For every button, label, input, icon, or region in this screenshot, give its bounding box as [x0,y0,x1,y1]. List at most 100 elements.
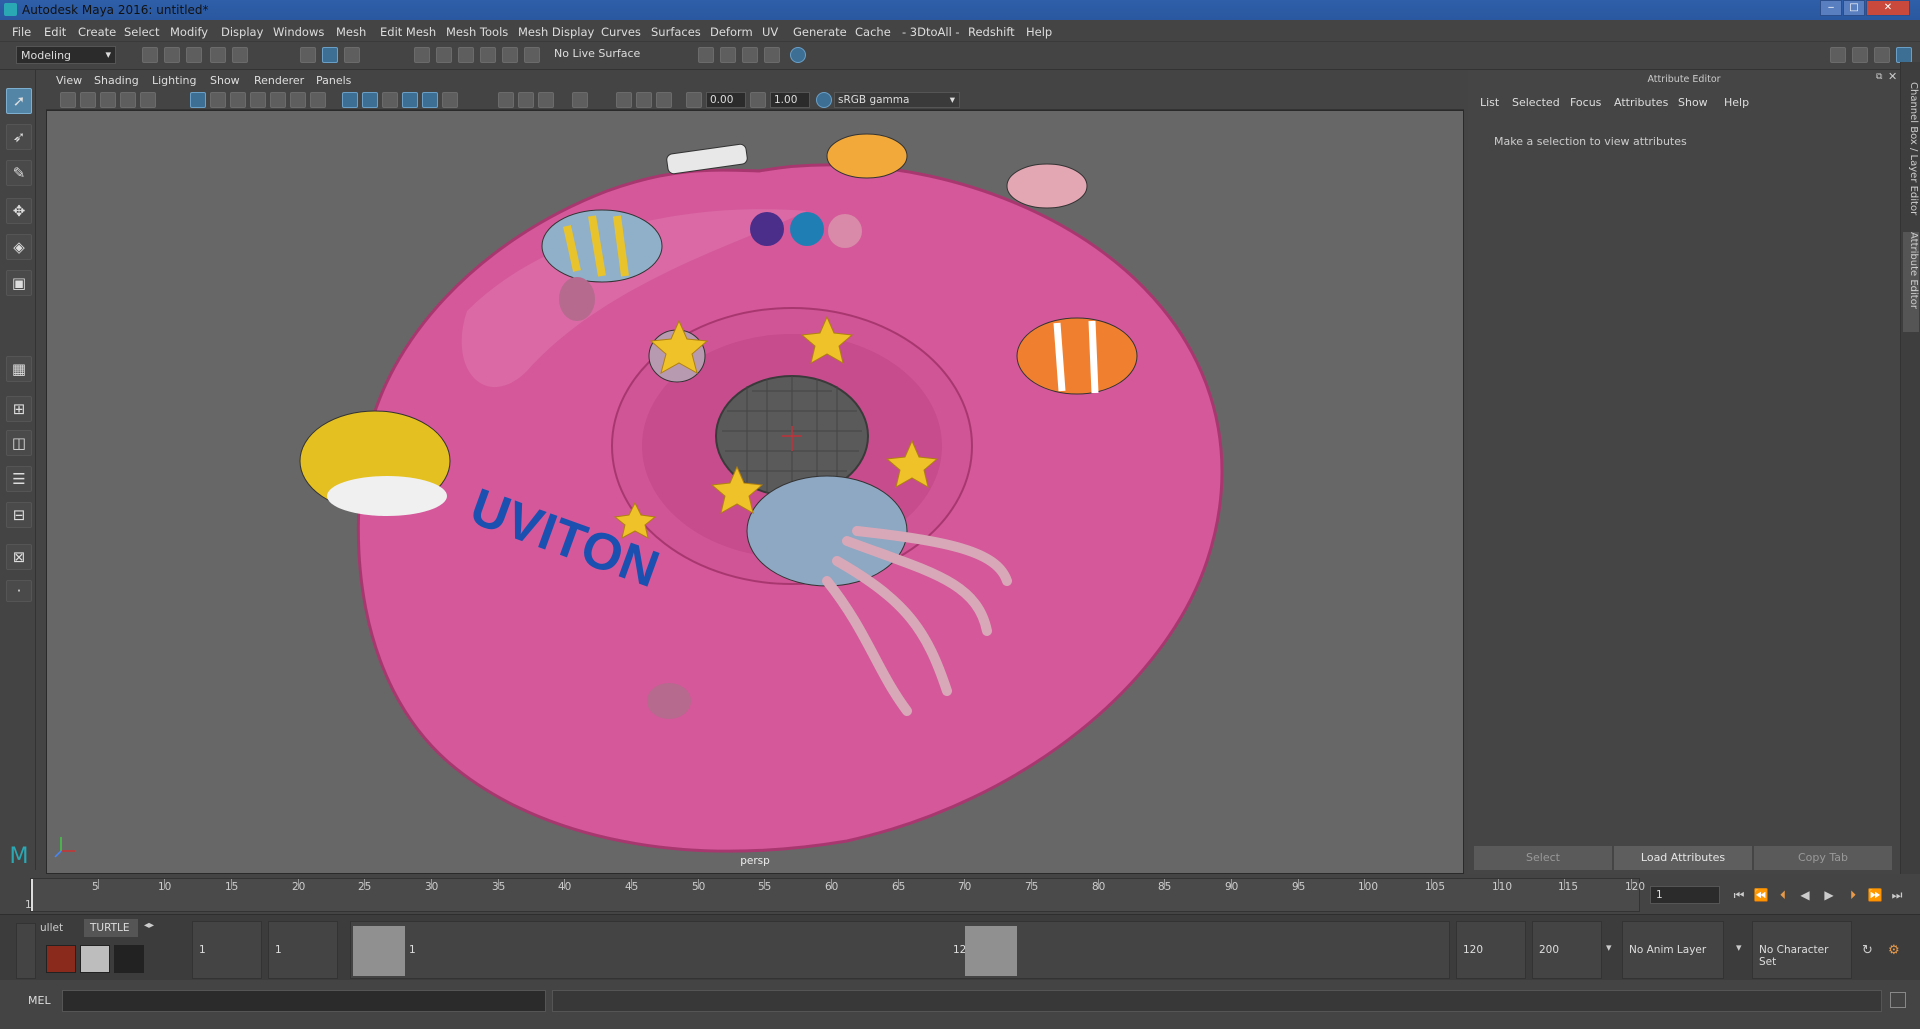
start-time-field[interactable]: 1 [192,921,262,979]
tool-settings-icon[interactable] [1874,47,1890,63]
paint-select-icon[interactable]: ✎ [6,160,32,186]
camera-icon[interactable] [60,92,76,108]
ambient-occlusion-icon[interactable] [498,92,514,108]
render-settings-icon[interactable] [698,47,714,63]
script-editor-icon[interactable] [1890,992,1906,1008]
camera-attributes-icon[interactable] [80,92,96,108]
menu-uv[interactable]: UV [762,25,778,39]
menu-mesh-tools[interactable]: Mesh Tools [446,25,508,39]
outliner-toggle-icon[interactable] [1852,47,1868,63]
new-scene-icon[interactable] [142,47,158,63]
minimize-button[interactable]: ‒ [1820,0,1842,16]
menu-edit-mesh[interactable]: Edit Mesh [380,25,436,39]
persp-uv-layout-icon[interactable]: ⊠ [6,544,32,570]
menu-curves[interactable]: Curves [601,25,641,39]
menu-select[interactable]: Select [124,25,159,39]
grid-icon[interactable] [190,92,206,108]
go-to-end-icon[interactable]: ⏭ [1888,886,1906,904]
step-forward-frame-icon[interactable]: ⏵ [1844,886,1862,904]
attr-menu-list[interactable]: List [1480,96,1499,109]
motion-blur-icon[interactable] [518,92,534,108]
gamma-field[interactable]: 1.00 [770,92,810,108]
xray-active-components-icon[interactable] [656,92,672,108]
attr-menu-focus[interactable]: Focus [1570,96,1601,109]
shelf-scroll-icon[interactable]: ◂▸ [144,920,154,931]
menu-redshift[interactable]: Redshift [968,25,1015,39]
attr-menu-attributes[interactable]: Attributes [1614,96,1668,109]
anim-start-field[interactable]: 1 [268,921,338,979]
safe-action-icon[interactable] [290,92,306,108]
scale-tool-icon[interactable]: ▣ [6,270,32,296]
field-chart-icon[interactable] [270,92,286,108]
close-panel-icon[interactable]: ✕ [1888,70,1898,83]
anim-prefs-icon[interactable]: ⚙ [1888,943,1904,959]
anim-end-field[interactable]: 120 [1456,921,1526,979]
menu-mesh[interactable]: Mesh [336,25,366,39]
image-plane-icon[interactable] [120,92,136,108]
range-slider[interactable]: 1 120 [350,921,1450,979]
menu-cache[interactable]: Cache [855,25,891,39]
isolate-select-icon[interactable] [572,92,588,108]
safe-title-icon[interactable] [310,92,326,108]
panel-menu-lighting[interactable]: Lighting [152,74,196,87]
current-time-marker[interactable] [31,879,33,911]
two-d-pan-icon[interactable] [140,92,156,108]
live-surface-label[interactable]: No Live Surface [554,47,640,60]
shelf-tab-bullet[interactable]: ullet [38,919,74,937]
shadows-icon[interactable] [442,92,458,108]
mode-selector[interactable]: Modeling ▾ [16,46,116,64]
persp-outliner-layout-icon[interactable]: ⊟ [6,502,32,528]
range-handle-end[interactable] [965,926,1017,976]
redo-icon[interactable] [232,47,248,63]
menu-modify[interactable]: Modify [170,25,208,39]
step-back-frame-icon[interactable]: ⏴ [1774,886,1792,904]
current-frame-field[interactable]: 1 [1650,886,1720,904]
attr-menu-help[interactable]: Help [1724,96,1749,109]
panel-menu-renderer[interactable]: Renderer [254,74,304,87]
command-language-label[interactable]: MEL [28,994,51,1007]
xray-joints-icon[interactable] [636,92,652,108]
panel-menu-shading[interactable]: Shading [94,74,139,87]
exposure-field[interactable]: 0.00 [706,92,746,108]
turtle-sphere-icon[interactable] [114,945,144,973]
auto-key-icon[interactable]: ↻ [1862,943,1878,959]
exposure-icon[interactable] [686,92,702,108]
rotate-tool-icon[interactable]: ◈ [6,234,32,260]
copy-tab-button[interactable]: Copy Tab [1754,846,1892,870]
hypershade-icon[interactable] [764,47,780,63]
color-management-icon[interactable] [816,92,832,108]
move-tool-icon[interactable]: ✥ [6,198,32,224]
time-ruler[interactable]: 1 5 10 15 20 25 30 35 40 45 50 55 60 65 70 75 80 85 90 95 1… [25,878,1645,912]
xray-icon[interactable] [616,92,632,108]
turtle-bake-icon[interactable] [80,945,110,973]
float-panel-icon[interactable]: ⧉ [1876,72,1886,82]
save-scene-icon[interactable] [186,47,202,63]
attr-menu-selected[interactable]: Selected [1512,96,1560,109]
menu-edit[interactable]: Edit [44,25,66,39]
menu-help[interactable]: Help [1026,25,1052,39]
step-forward-key-icon[interactable]: ⏩ [1866,886,1884,904]
menu-display[interactable]: Display [221,25,263,39]
menu-generate[interactable]: Generate [793,25,847,39]
anim-layer-select[interactable]: No Anim Layer [1622,921,1724,979]
select-hierarchy-icon[interactable] [300,47,316,63]
character-set-select[interactable]: No Character Set [1752,921,1852,979]
smooth-shade-icon[interactable] [362,92,378,108]
go-to-start-icon[interactable]: ⏮ [1730,886,1748,904]
anti-aliasing-icon[interactable] [538,92,554,108]
workspace-icon[interactable] [1830,47,1846,63]
select-object-icon[interactable] [322,47,338,63]
menu-windows[interactable]: Windows [273,25,324,39]
view-transform-select[interactable]: sRGB gamma ▾ [834,92,960,108]
select-button[interactable]: Select [1474,846,1612,870]
mel-command-input[interactable] [62,990,546,1012]
menu-create[interactable]: Create [78,25,116,39]
default-lighting-icon[interactable] [382,92,398,108]
panel-menu-show[interactable]: Show [210,74,240,87]
resolution-gate-icon[interactable] [230,92,246,108]
panel-menu-view[interactable]: View [56,74,82,87]
menu-3dtoall[interactable]: - 3DtoAll - [902,25,960,39]
menu-surfaces[interactable]: Surfaces [651,25,701,39]
viewport-canvas[interactable]: UVITON [47,111,1464,874]
panel-menu-panels[interactable]: Panels [316,74,351,87]
